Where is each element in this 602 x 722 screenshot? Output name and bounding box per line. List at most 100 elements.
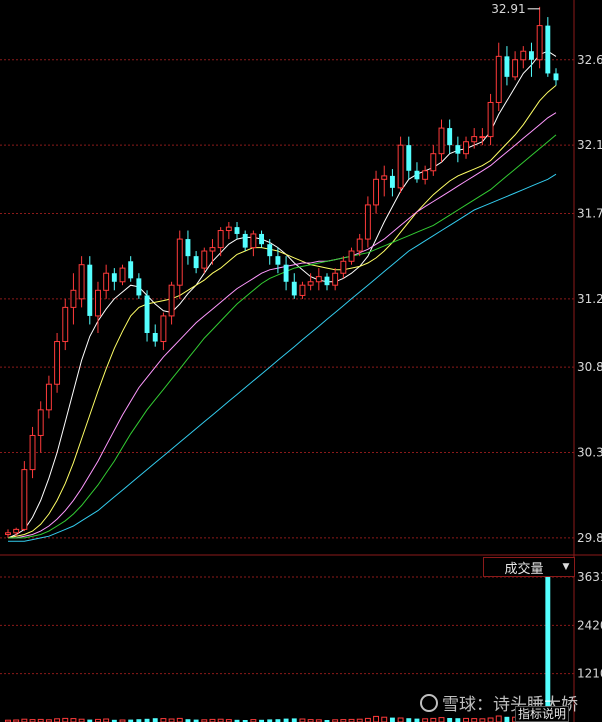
candle [111,268,117,291]
candle [193,251,199,274]
candle [397,136,404,193]
candle-body [242,233,248,248]
candlestick-series [5,6,559,538]
volume-bar [291,718,297,722]
volume-bar [373,715,380,722]
volume-indicator-label: 成交量 [504,561,544,577]
moving-average-line [8,173,557,542]
candle [356,233,363,257]
candle [78,256,85,308]
candle-body [356,238,363,252]
candle [62,298,69,351]
indicator-help-button[interactable]: 指标说明 [515,706,570,722]
candle [430,145,437,176]
candle-body [389,175,395,188]
volume-tick-label: 2420 [577,618,602,632]
candle [315,268,322,291]
candle-body [283,264,289,282]
candle-body [5,532,11,536]
candle-body [495,55,502,103]
volume-bar [70,718,77,722]
candle [209,239,216,265]
candle-body [299,284,306,296]
candle-body [315,276,322,283]
candle-body [479,136,486,139]
candle-body [422,170,429,180]
candle [160,312,167,351]
candle-body [54,341,61,385]
candle-body [136,278,142,296]
volume-bar [447,718,453,722]
candle-body [209,247,216,252]
candle [176,230,183,299]
candle [389,169,395,197]
volume-bar [62,717,69,722]
candle [225,222,232,240]
candle [529,42,534,77]
volume-bar [176,717,183,722]
price-tick-label: 30.8 [577,360,602,374]
candle [504,46,510,86]
candle-body [103,272,110,291]
candle [259,230,265,248]
candle [5,529,11,538]
candle [414,162,420,183]
candle [70,273,77,325]
candle-body [430,153,437,172]
volume-bar [160,718,167,722]
candle [299,281,306,299]
candle [438,119,445,163]
volume-bar [283,718,289,722]
candle-body [185,239,191,257]
candle-body [267,244,273,257]
candle [291,273,297,299]
candle [332,268,339,291]
candle-body [487,101,494,138]
candle-body [29,434,36,471]
candle [152,324,158,347]
candle [103,264,110,299]
candle-body [201,250,208,269]
candle [422,165,429,185]
candle-body [45,383,52,411]
candle [45,375,52,419]
volume-tick-label: 1210 [577,667,602,681]
candle [217,227,224,257]
volume-indicator-selector[interactable]: 成交量 ▼ [483,557,575,577]
candle-body [463,141,469,155]
candle-body [144,295,150,333]
candle-body [545,25,551,74]
volume-bar [495,715,502,722]
candle-body [291,281,297,296]
candle [463,136,469,159]
candle-body [62,306,69,343]
volume-gridlines [0,576,574,675]
candle-body [78,264,85,300]
volume-bar [487,717,494,722]
candle [447,119,453,154]
candle [128,256,134,282]
candle-body [414,170,420,180]
candle-body [348,250,355,262]
candle [495,42,502,111]
price-tick-label: 31.2 [577,292,602,306]
candle-body [168,284,175,317]
candle [520,46,527,69]
volume-tick-label: 3631 [577,570,602,584]
candle-body [21,469,28,530]
candle [201,247,208,274]
candle-body [128,261,134,279]
chevron-down-icon: ▼ [562,562,570,572]
candle [455,136,461,163]
candle-body [95,289,101,317]
candle-body [340,260,347,274]
candle [553,68,559,86]
candle-body [438,127,445,155]
volume-bar [463,717,469,722]
volume-bar [381,716,388,722]
volume-bar [438,717,445,722]
candle [512,51,519,81]
candle-body [87,264,93,316]
candle-body [397,144,404,189]
candle-body [193,256,199,269]
